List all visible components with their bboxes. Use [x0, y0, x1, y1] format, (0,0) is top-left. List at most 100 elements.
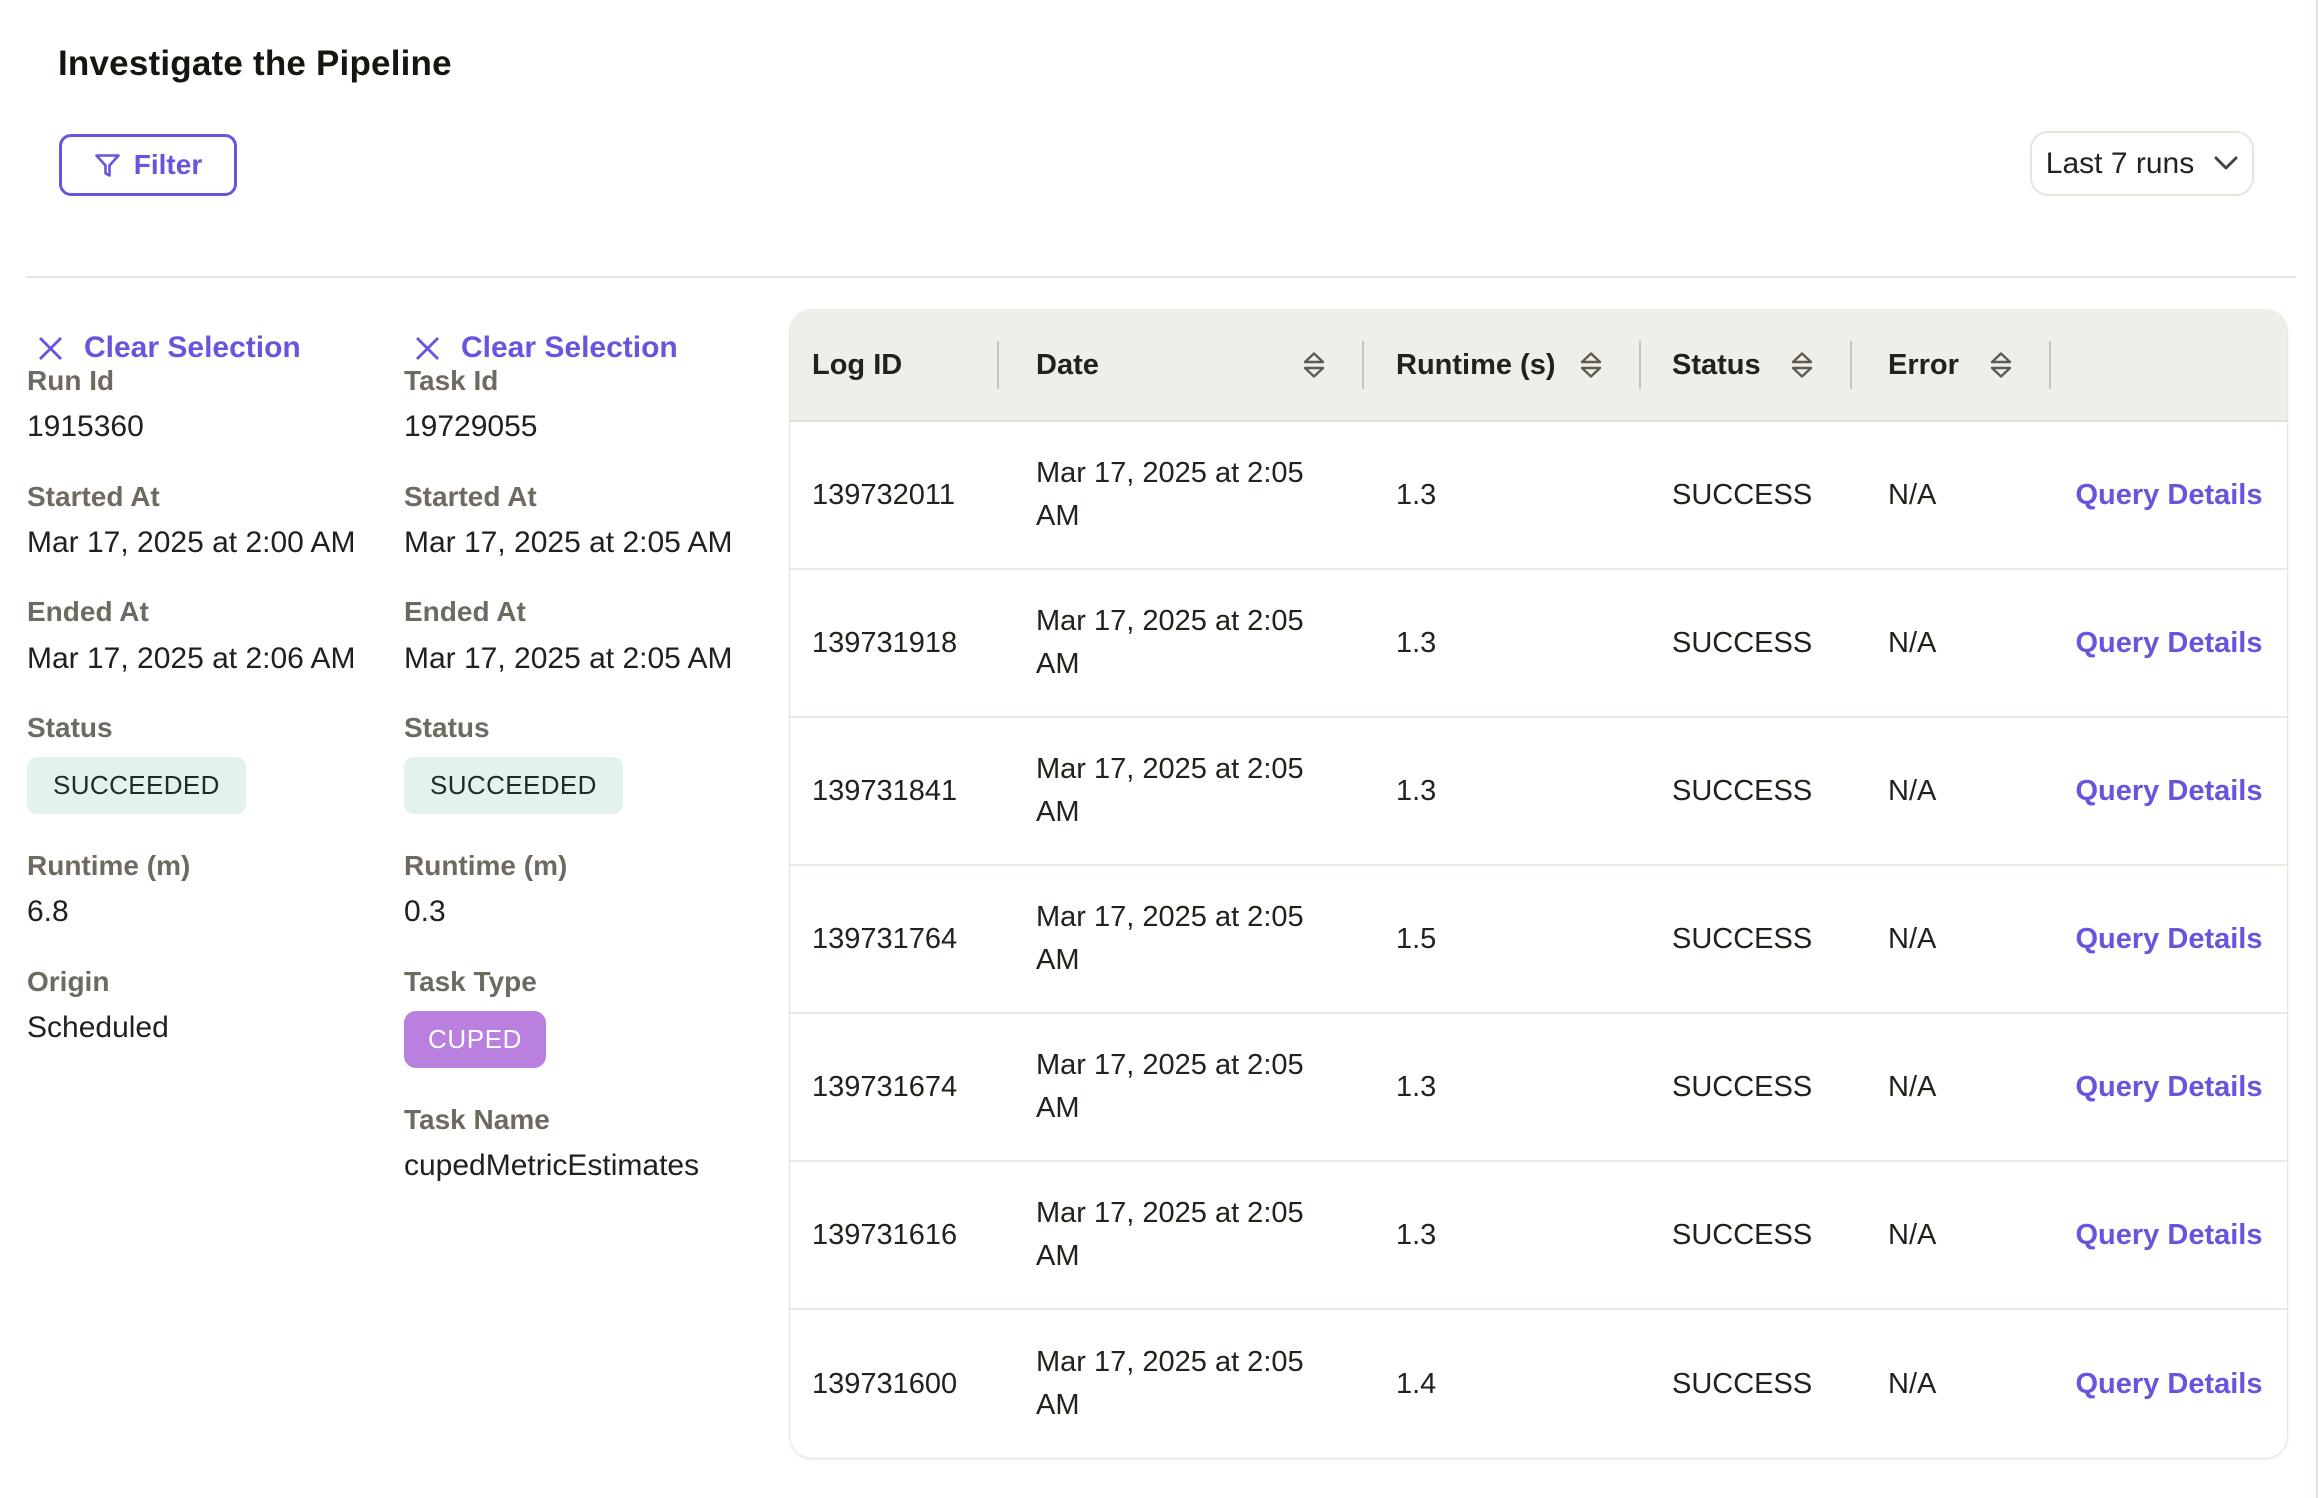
status-cell: SUCCESS	[1641, 1162, 1852, 1308]
field-value: 0.3	[404, 895, 784, 930]
query-details-link[interactable]: Query Details	[2076, 627, 2263, 660]
field-label: Ended At	[27, 596, 387, 628]
status-cell: SUCCESS	[1641, 1310, 1852, 1458]
runs-range-select[interactable]: Last 7 runs	[2030, 131, 2254, 196]
date-cell: Mar 17, 2025 at 2:05 AM	[999, 1162, 1364, 1308]
error-cell: N/A	[1852, 570, 2051, 716]
query-details-link[interactable]: Query Details	[2076, 775, 2263, 808]
status-badge: SUCCEEDED	[404, 757, 623, 814]
date-text: Mar 17, 2025 at 2:05 AM	[1036, 600, 1318, 687]
logs-table-header: Log ID Date Runtime (s) Status	[790, 310, 2287, 422]
run-ended-at-field: Ended At Mar 17, 2025 at 2:06 AM	[27, 596, 387, 676]
query-details-link[interactable]: Query Details	[2076, 1219, 2263, 1252]
field-value: Mar 17, 2025 at 2:05 AM	[404, 642, 784, 677]
log-id-cell: 139732011	[790, 422, 999, 568]
task-type-field: Task Type CUPED	[404, 966, 784, 1068]
field-value: Mar 17, 2025 at 2:00 AM	[27, 526, 387, 561]
runtime-cell: 1.3	[1364, 1162, 1641, 1308]
column-header-actions	[2051, 310, 2287, 420]
logs-table-card: Log ID Date Runtime (s) Status	[790, 310, 2287, 1458]
runtime-cell: 1.4	[1364, 1310, 1641, 1458]
sort-icon	[1579, 351, 1603, 379]
page-title: Investigate the Pipeline	[58, 44, 452, 84]
column-header-date[interactable]: Date	[999, 310, 1364, 420]
query-details-link[interactable]: Query Details	[2076, 923, 2263, 956]
date-cell: Mar 17, 2025 at 2:05 AM	[999, 422, 1364, 568]
runtime-cell: 1.3	[1364, 1014, 1641, 1160]
status-cell: SUCCESS	[1641, 422, 1852, 568]
header-divider	[26, 276, 2296, 278]
field-value: 1915360	[27, 410, 387, 445]
column-label: Runtime (s)	[1396, 349, 1556, 382]
column-header-error[interactable]: Error	[1852, 310, 2051, 420]
runtime-cell: 1.3	[1364, 718, 1641, 864]
status-cell: SUCCESS	[1641, 1014, 1852, 1160]
column-label: Status	[1672, 349, 1761, 382]
log-id-cell: 139731674	[790, 1014, 999, 1160]
clear-selection-label: Clear Selection	[461, 331, 678, 365]
date-cell: Mar 17, 2025 at 2:05 AM	[999, 1310, 1364, 1458]
log-id-cell: 139731600	[790, 1310, 999, 1458]
task-type-badge: CUPED	[404, 1011, 546, 1068]
error-cell: N/A	[1852, 1310, 2051, 1458]
log-id-cell: 139731616	[790, 1162, 999, 1308]
field-label: Origin	[27, 966, 387, 998]
query-details-link[interactable]: Query Details	[2076, 1368, 2263, 1401]
table-row: 139731764 Mar 17, 2025 at 2:05 AM 1.5 SU…	[790, 866, 2287, 1014]
column-label: Log ID	[812, 349, 902, 382]
date-cell: Mar 17, 2025 at 2:05 AM	[999, 1014, 1364, 1160]
filter-button[interactable]: Filter	[59, 134, 237, 196]
log-id-cell: 139731764	[790, 866, 999, 1012]
scrollbar-track-edge	[2316, 0, 2318, 1498]
error-cell: N/A	[1852, 1014, 2051, 1160]
log-id-cell: 139731841	[790, 718, 999, 864]
field-label: Task Id	[404, 365, 784, 397]
table-row: 139731841 Mar 17, 2025 at 2:05 AM 1.3 SU…	[790, 718, 2287, 866]
error-cell: N/A	[1852, 1162, 2051, 1308]
filter-button-label: Filter	[134, 149, 202, 181]
date-cell: Mar 17, 2025 at 2:05 AM	[999, 570, 1364, 716]
run-runtime-field: Runtime (m) 6.8	[27, 850, 387, 930]
task-id-field: Task Id 19729055	[404, 365, 784, 445]
query-details-link[interactable]: Query Details	[2076, 479, 2263, 512]
field-value: Mar 17, 2025 at 2:06 AM	[27, 642, 387, 677]
column-header-status[interactable]: Status	[1641, 310, 1852, 420]
task-status-field: Status SUCCEEDED	[404, 712, 784, 814]
clear-run-selection-button[interactable]: Clear Selection	[27, 331, 387, 365]
field-label: Task Name	[404, 1104, 784, 1136]
query-details-link[interactable]: Query Details	[2076, 1071, 2263, 1104]
field-label: Started At	[404, 481, 784, 513]
field-value: 6.8	[27, 895, 387, 930]
task-ended-at-field: Ended At Mar 17, 2025 at 2:05 AM	[404, 596, 784, 676]
run-detail-panel: Clear Selection Run Id 1915360 Started A…	[27, 331, 387, 1082]
status-cell: SUCCESS	[1641, 866, 1852, 1012]
task-name-field: Task Name cupedMetricEstimates	[404, 1104, 784, 1184]
field-label: Status	[404, 712, 784, 744]
sort-icon	[1302, 351, 1326, 379]
field-label: Status	[27, 712, 387, 744]
task-detail-panel: Clear Selection Task Id 19729055 Started…	[404, 331, 784, 1220]
sort-icon	[1790, 351, 1814, 379]
field-value: Mar 17, 2025 at 2:05 AM	[404, 526, 784, 561]
log-id-cell: 139731918	[790, 570, 999, 716]
run-id-field: Run Id 1915360	[27, 365, 387, 445]
status-cell: SUCCESS	[1641, 718, 1852, 864]
task-runtime-field: Runtime (m) 0.3	[404, 850, 784, 930]
error-cell: N/A	[1852, 718, 2051, 864]
error-cell: N/A	[1852, 866, 2051, 1012]
field-label: Runtime (m)	[27, 850, 387, 882]
table-row: 139731918 Mar 17, 2025 at 2:05 AM 1.3 SU…	[790, 570, 2287, 718]
column-label: Error	[1888, 349, 1959, 382]
status-cell: SUCCESS	[1641, 570, 1852, 716]
status-badge: SUCCEEDED	[27, 757, 246, 814]
field-value: Scheduled	[27, 1011, 387, 1046]
table-row: 139731674 Mar 17, 2025 at 2:05 AM 1.3 SU…	[790, 1014, 2287, 1162]
runtime-cell: 1.3	[1364, 570, 1641, 716]
date-text: Mar 17, 2025 at 2:05 AM	[1036, 1341, 1318, 1428]
runtime-cell: 1.3	[1364, 422, 1641, 568]
clear-task-selection-button[interactable]: Clear Selection	[404, 331, 784, 365]
error-cell: N/A	[1852, 422, 2051, 568]
column-header-runtime[interactable]: Runtime (s)	[1364, 310, 1641, 420]
date-cell: Mar 17, 2025 at 2:05 AM	[999, 866, 1364, 1012]
field-value: 19729055	[404, 410, 784, 445]
